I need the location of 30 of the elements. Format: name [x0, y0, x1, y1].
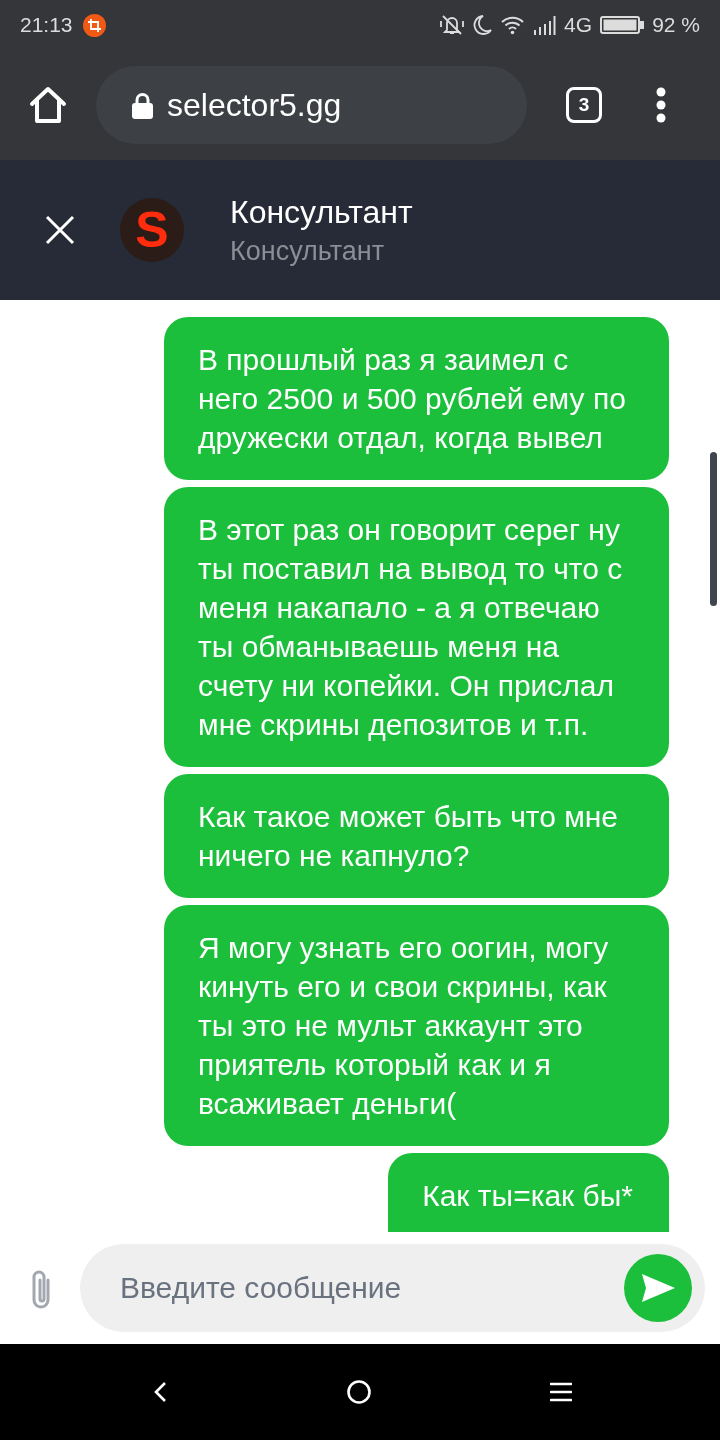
- close-icon[interactable]: [45, 215, 75, 245]
- lock-icon: [132, 91, 153, 119]
- menu-icon[interactable]: [550, 1382, 572, 1402]
- scrollbar[interactable]: [710, 452, 717, 606]
- address-bar[interactable]: selector5.gg: [96, 66, 527, 144]
- avatar-logo: S: [120, 198, 184, 262]
- sent-message: В прошлый раз я заимел с него 2500 и 500 рублей ему по дружески отдал, когда вывел: [164, 317, 669, 480]
- chat-title: Консультант: [230, 193, 413, 230]
- sent-message: Как ты=как бы*: [388, 1153, 669, 1232]
- sent-message: В этот раз он говорит серег ну ты поставил на вывод то что с меня накапало - а я отвечаю ты обманываешь меня на счету ни копейки. Он прислал мне скрины депозитов и т.п.: [164, 487, 669, 767]
- wifi-icon: [500, 15, 526, 35]
- chat-subtitle: Консультант: [230, 234, 386, 267]
- network-type: 4G: [564, 13, 593, 37]
- home-icon[interactable]: [29, 86, 67, 124]
- back-icon[interactable]: [153, 1381, 167, 1403]
- sent-message: Я могу узнать его оогин, могу кинуть его и свои скрины, как ты это не мульт аккаунт это приятель который как и я всаживает деньги(: [164, 905, 669, 1146]
- moon-icon: [473, 14, 493, 36]
- battery-percentage: 92 %: [652, 13, 700, 37]
- more-menu-icon[interactable]: [655, 87, 667, 123]
- message-input[interactable]: Введите сообщение: [80, 1244, 705, 1332]
- send-icon: [641, 1273, 675, 1303]
- status-time: 21:13: [20, 13, 73, 37]
- muted-bell-icon: [439, 13, 466, 37]
- battery-icon: [600, 16, 645, 34]
- home-circle-icon[interactable]: [346, 1380, 371, 1404]
- tab-count-button[interactable]: 3: [566, 87, 602, 123]
- crop-icon: [82, 13, 106, 37]
- url-text: selector5.gg: [167, 86, 342, 124]
- sent-message: Как такое может быть что мне ничего не капнуло?: [164, 774, 669, 898]
- signal-icon: [533, 15, 557, 35]
